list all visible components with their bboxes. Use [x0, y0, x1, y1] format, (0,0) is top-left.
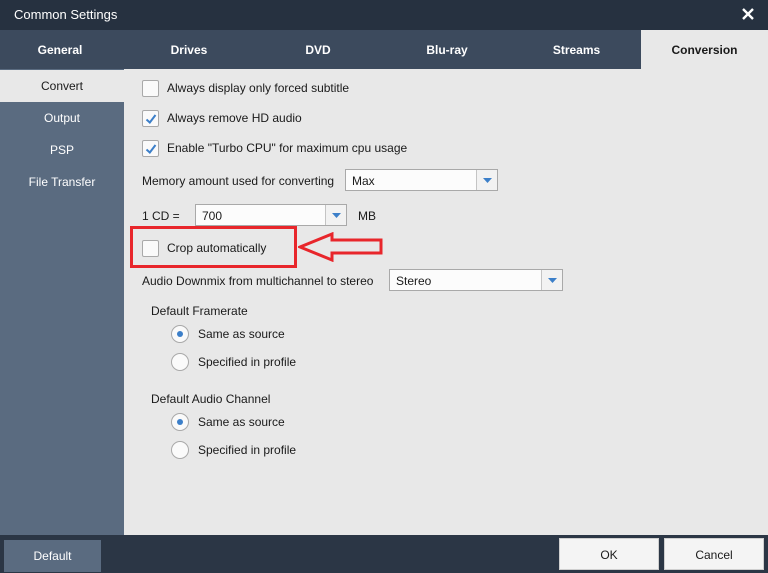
tab-bar: General Drives DVD Blu-ray Streams Conve…	[0, 30, 768, 69]
checkmark-icon	[145, 113, 157, 124]
cd-size-select-value: 700	[202, 209, 223, 223]
chevron-down-icon[interactable]	[541, 270, 562, 290]
downmix-label: Audio Downmix from multichannel to stere…	[142, 274, 374, 288]
memory-label: Memory amount used for converting	[142, 174, 335, 188]
turbo-cpu-row[interactable]: Enable "Turbo CPU" for maximum cpu usage	[142, 137, 407, 159]
default-button[interactable]: Default	[4, 540, 101, 572]
tab-blu-ray[interactable]: Blu-ray	[384, 30, 510, 69]
cd-size-label: 1 CD =	[142, 209, 180, 223]
annotation-highlight-box	[130, 226, 297, 268]
audio-channel-specified-in-profile-radio[interactable]	[171, 441, 189, 459]
audio-channel-group-label: Default Audio Channel	[151, 392, 271, 406]
tab-dvd[interactable]: DVD	[255, 30, 381, 69]
audio-channel-same-as-source-label: Same as source	[198, 415, 285, 429]
audio-channel-specified-in-profile-label: Specified in profile	[198, 443, 297, 457]
tab-general[interactable]: General	[0, 30, 120, 69]
framerate-same-as-source-label: Same as source	[198, 327, 285, 341]
turbo-cpu-checkbox[interactable]	[142, 139, 159, 157]
downmix-select-value: Stereo	[396, 274, 432, 288]
tab-streams[interactable]: Streams	[513, 30, 640, 69]
forced-subtitle-label: Always display only forced subtitle	[167, 81, 350, 95]
sidebar-item-convert[interactable]: Convert	[0, 70, 124, 102]
sidebar: Convert Output PSP File Transfer	[0, 69, 124, 535]
audio-channel-specified-in-profile-option[interactable]: Specified in profile	[171, 439, 296, 461]
forced-subtitle-checkbox[interactable]	[142, 79, 159, 97]
memory-select-value: Max	[352, 174, 375, 188]
forced-subtitle-row[interactable]: Always display only forced subtitle	[142, 77, 349, 99]
audio-channel-same-as-source-radio[interactable]	[171, 413, 189, 431]
remove-hd-audio-label: Always remove HD audio	[167, 111, 302, 125]
chevron-down-icon[interactable]	[325, 205, 346, 225]
framerate-specified-in-profile-option[interactable]: Specified in profile	[171, 351, 296, 373]
downmix-select[interactable]: Stereo	[389, 269, 563, 291]
cd-size-unit: MB	[358, 209, 376, 223]
sidebar-item-output[interactable]: Output	[0, 102, 124, 134]
cancel-button[interactable]: Cancel	[664, 538, 764, 570]
remove-hd-audio-row[interactable]: Always remove HD audio	[142, 107, 302, 129]
close-icon[interactable]	[736, 2, 760, 26]
sidebar-item-file-transfer[interactable]: File Transfer	[0, 166, 124, 198]
sidebar-item-psp[interactable]: PSP	[0, 134, 124, 166]
checkmark-icon	[145, 143, 157, 154]
title-bar: Common Settings	[0, 0, 768, 30]
turbo-cpu-label: Enable "Turbo CPU" for maximum cpu usage	[167, 141, 408, 155]
tab-conversion[interactable]: Conversion	[641, 30, 768, 69]
framerate-specified-in-profile-radio[interactable]	[171, 353, 189, 371]
ok-button[interactable]: OK	[559, 538, 659, 570]
window-title: Common Settings	[14, 7, 118, 22]
annotation-arrow-icon	[298, 232, 383, 262]
memory-select[interactable]: Max	[345, 169, 498, 191]
button-bar: Default OK Cancel	[0, 535, 768, 573]
chevron-down-icon[interactable]	[476, 170, 497, 190]
framerate-same-as-source-radio[interactable]	[171, 325, 189, 343]
remove-hd-audio-checkbox[interactable]	[142, 109, 159, 127]
cd-size-select[interactable]: 700	[195, 204, 347, 226]
framerate-specified-in-profile-label: Specified in profile	[198, 355, 297, 369]
audio-channel-same-as-source-option[interactable]: Same as source	[171, 411, 285, 433]
framerate-group-label: Default Framerate	[151, 304, 248, 318]
tab-drives[interactable]: Drives	[126, 30, 252, 69]
framerate-same-as-source-option[interactable]: Same as source	[171, 323, 285, 345]
